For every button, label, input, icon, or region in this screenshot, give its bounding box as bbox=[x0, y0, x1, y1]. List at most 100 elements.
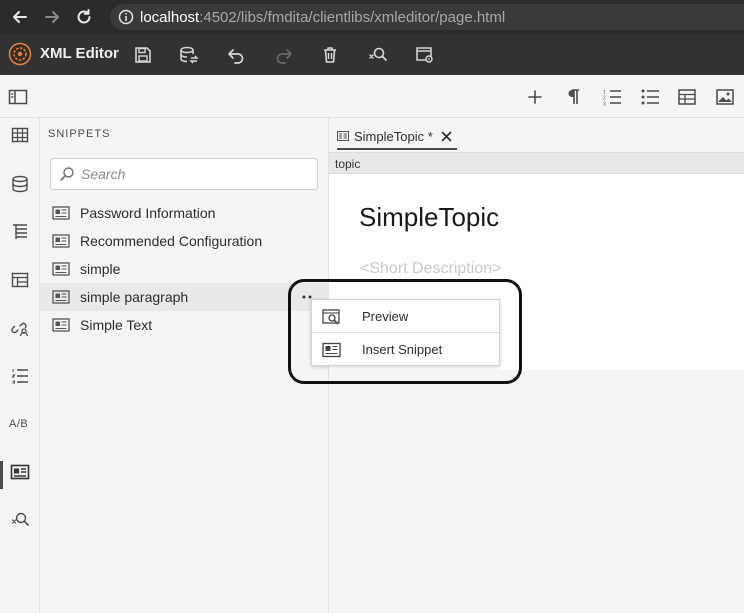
grid-icon bbox=[11, 127, 29, 143]
sidebar-toggle-icon bbox=[8, 89, 28, 105]
close-tab-button[interactable] bbox=[441, 130, 453, 142]
rail-conditions-button[interactable]: A/B bbox=[9, 418, 28, 430]
snippet-label: simple bbox=[80, 261, 121, 277]
menu-item-label: Preview bbox=[362, 309, 409, 324]
trash-icon bbox=[324, 47, 336, 63]
snippet-label: Recommended Configuration bbox=[80, 233, 263, 249]
back-button[interactable] bbox=[8, 5, 32, 29]
insert-image-button[interactable] bbox=[713, 85, 737, 109]
snippet-icon bbox=[52, 206, 70, 220]
find-replace-icon bbox=[11, 512, 29, 526]
redo-icon bbox=[276, 49, 292, 64]
snippet-icon bbox=[322, 341, 342, 359]
search-input[interactable] bbox=[81, 166, 301, 182]
reload-icon bbox=[77, 9, 91, 24]
undo-button[interactable] bbox=[224, 43, 248, 67]
snippet-icon bbox=[52, 290, 70, 304]
redo-button[interactable] bbox=[272, 43, 296, 67]
rail-links-button[interactable] bbox=[8, 316, 32, 340]
menu-item-label: Insert Snippet bbox=[362, 342, 443, 357]
snippet-icon bbox=[52, 262, 70, 276]
rail-page-layout-button[interactable] bbox=[8, 268, 32, 292]
menu-item-insert-snippet[interactable]: Insert Snippet bbox=[312, 333, 499, 366]
reload-button[interactable] bbox=[72, 5, 96, 29]
rail-find-button[interactable] bbox=[8, 508, 32, 532]
outline-tree-icon bbox=[13, 224, 27, 239]
rail-outline-button[interactable] bbox=[8, 220, 32, 244]
left-rail: A/B bbox=[0, 118, 40, 613]
menu-item-preview[interactable]: Preview bbox=[312, 300, 499, 333]
find-replace-icon bbox=[369, 47, 387, 61]
image-icon bbox=[716, 89, 734, 105]
short-description-placeholder[interactable]: <Short Description> bbox=[360, 260, 501, 278]
rail-active-indicator bbox=[0, 461, 3, 489]
snippets-panel: SNIPPETS Password Information Recommende… bbox=[40, 118, 329, 613]
undo-icon bbox=[228, 49, 244, 64]
url-text: localhost:4502/libs/fmdita/clientlibs/xm… bbox=[140, 9, 505, 26]
snippet-item[interactable]: simple bbox=[40, 255, 329, 283]
link-user-icon bbox=[11, 322, 29, 337]
delete-button[interactable] bbox=[318, 43, 342, 67]
table-icon bbox=[678, 89, 696, 105]
document-title[interactable]: SimpleTopic bbox=[359, 202, 499, 233]
database-sync-icon bbox=[180, 46, 199, 64]
find-replace-button[interactable] bbox=[366, 43, 390, 67]
formatting-toolbar: 123 bbox=[0, 75, 744, 118]
app-title: XML Editor bbox=[40, 45, 119, 62]
arrow-right-icon bbox=[45, 11, 59, 23]
window-gear-icon bbox=[416, 47, 433, 63]
list-numbers-icon bbox=[11, 369, 28, 384]
snippet-icon bbox=[52, 234, 70, 248]
numbered-list-icon: 123 bbox=[603, 90, 621, 107]
pilcrow-icon bbox=[568, 89, 579, 104]
insert-table-button[interactable] bbox=[675, 85, 699, 109]
snippet-item-selected[interactable]: simple paragraph bbox=[40, 283, 329, 311]
close-icon bbox=[441, 131, 452, 141]
snippet-item[interactable]: Simple Text bbox=[40, 311, 329, 339]
save-button[interactable] bbox=[131, 43, 155, 67]
save-icon bbox=[135, 47, 151, 63]
tab-label: SimpleTopic * bbox=[354, 128, 433, 144]
tab-simpletopic[interactable]: SimpleTopic * bbox=[337, 124, 457, 150]
bulleted-list-icon bbox=[641, 89, 659, 105]
arrow-left-icon bbox=[13, 11, 27, 23]
numbered-list-button[interactable]: 123 bbox=[600, 85, 624, 109]
rail-data-sources-button[interactable] bbox=[8, 172, 32, 196]
toggle-left-panel-button[interactable] bbox=[6, 85, 30, 109]
insert-element-button[interactable] bbox=[523, 85, 547, 109]
url-path: :4502/libs/fmdita/clientlibs/xmleditor/p… bbox=[199, 8, 506, 26]
rail-repository-button[interactable] bbox=[8, 123, 32, 147]
insert-paragraph-button[interactable] bbox=[561, 85, 585, 109]
app-toolbar: XML Editor bbox=[0, 34, 744, 75]
bulleted-list-button[interactable] bbox=[638, 85, 662, 109]
plus-icon bbox=[528, 90, 542, 104]
rail-toc-button[interactable] bbox=[8, 364, 32, 388]
browser-bar: localhost:4502/libs/fmdita/clientlibs/xm… bbox=[0, 0, 744, 34]
snippet-context-menu: Preview Insert Snippet bbox=[311, 299, 500, 366]
breadcrumb-item[interactable]: topic bbox=[335, 157, 360, 171]
save-revision-button[interactable] bbox=[177, 43, 201, 67]
svg-text:3: 3 bbox=[603, 102, 606, 107]
url-host: localhost bbox=[140, 8, 200, 26]
snippet-item[interactable]: Recommended Configuration bbox=[40, 227, 329, 255]
app-logo-icon bbox=[8, 42, 32, 66]
search-box[interactable] bbox=[50, 158, 318, 190]
snippet-item[interactable]: Password Information bbox=[40, 199, 329, 227]
layout-icon bbox=[11, 272, 29, 288]
info-icon bbox=[118, 9, 134, 25]
forward-button[interactable] bbox=[40, 5, 64, 29]
breadcrumb: topic bbox=[329, 152, 744, 174]
rail-snippets-button[interactable] bbox=[8, 460, 32, 484]
panel-title: SNIPPETS bbox=[48, 128, 111, 140]
address-bar[interactable]: localhost:4502/libs/fmdita/clientlibs/xm… bbox=[110, 4, 744, 30]
preview-icon bbox=[322, 308, 342, 326]
snippet-label: Simple Text bbox=[80, 317, 153, 333]
snippet-icon bbox=[52, 318, 70, 332]
snippet-label: Password Information bbox=[80, 205, 216, 221]
snippet-label: simple paragraph bbox=[80, 289, 189, 305]
search-icon bbox=[60, 167, 74, 181]
database-icon bbox=[12, 175, 28, 193]
topic-file-icon bbox=[337, 131, 349, 141]
snippet-icon bbox=[10, 464, 30, 480]
settings-button[interactable] bbox=[413, 43, 437, 67]
